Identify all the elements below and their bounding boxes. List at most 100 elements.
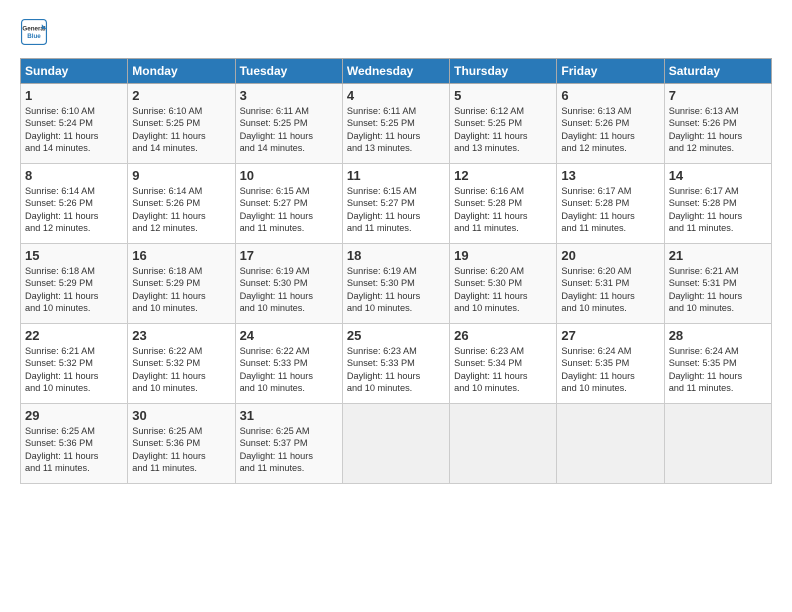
calendar-week-5: 29 Sunrise: 6:25 AMSunset: 5:36 PMDayligh… xyxy=(21,404,772,484)
day-number: 27 xyxy=(561,328,659,343)
logo: General Blue xyxy=(20,18,48,46)
calendar-cell xyxy=(450,404,557,484)
day-number: 6 xyxy=(561,88,659,103)
cell-info: Sunrise: 6:20 AMSunset: 5:30 PMDaylight:… xyxy=(454,265,552,315)
day-number: 13 xyxy=(561,168,659,183)
day-number: 4 xyxy=(347,88,445,103)
day-number: 10 xyxy=(240,168,338,183)
cell-info: Sunrise: 6:14 AMSunset: 5:26 PMDaylight:… xyxy=(25,185,123,235)
day-number: 21 xyxy=(669,248,767,263)
day-number: 15 xyxy=(25,248,123,263)
calendar-table: SundayMondayTuesdayWednesdayThursdayFrid… xyxy=(20,58,772,484)
cell-info: Sunrise: 6:11 AMSunset: 5:25 PMDaylight:… xyxy=(347,105,445,155)
calendar-cell: 6 Sunrise: 6:13 AMSunset: 5:26 PMDaylight… xyxy=(557,84,664,164)
weekday-header-tuesday: Tuesday xyxy=(235,59,342,84)
calendar-cell: 1 Sunrise: 6:10 AMSunset: 5:24 PMDaylight… xyxy=(21,84,128,164)
weekday-header-friday: Friday xyxy=(557,59,664,84)
calendar-week-3: 15 Sunrise: 6:18 AMSunset: 5:29 PMDayligh… xyxy=(21,244,772,324)
calendar-cell: 31 Sunrise: 6:25 AMSunset: 5:37 PMDayligh… xyxy=(235,404,342,484)
calendar-cell: 26 Sunrise: 6:23 AMSunset: 5:34 PMDayligh… xyxy=(450,324,557,404)
day-number: 16 xyxy=(132,248,230,263)
calendar-cell: 18 Sunrise: 6:19 AMSunset: 5:30 PMDayligh… xyxy=(342,244,449,324)
calendar-cell: 8 Sunrise: 6:14 AMSunset: 5:26 PMDaylight… xyxy=(21,164,128,244)
cell-info: Sunrise: 6:12 AMSunset: 5:25 PMDaylight:… xyxy=(454,105,552,155)
calendar-cell xyxy=(557,404,664,484)
calendar-cell: 7 Sunrise: 6:13 AMSunset: 5:26 PMDaylight… xyxy=(664,84,771,164)
calendar-cell: 12 Sunrise: 6:16 AMSunset: 5:28 PMDayligh… xyxy=(450,164,557,244)
calendar-cell: 29 Sunrise: 6:25 AMSunset: 5:36 PMDayligh… xyxy=(21,404,128,484)
day-number: 17 xyxy=(240,248,338,263)
cell-info: Sunrise: 6:23 AMSunset: 5:33 PMDaylight:… xyxy=(347,345,445,395)
calendar-cell: 23 Sunrise: 6:22 AMSunset: 5:32 PMDayligh… xyxy=(128,324,235,404)
day-number: 28 xyxy=(669,328,767,343)
calendar-cell: 28 Sunrise: 6:24 AMSunset: 5:35 PMDayligh… xyxy=(664,324,771,404)
calendar-cell: 3 Sunrise: 6:11 AMSunset: 5:25 PMDaylight… xyxy=(235,84,342,164)
cell-info: Sunrise: 6:24 AMSunset: 5:35 PMDaylight:… xyxy=(669,345,767,395)
weekday-header-thursday: Thursday xyxy=(450,59,557,84)
day-number: 8 xyxy=(25,168,123,183)
header: General Blue xyxy=(20,18,772,46)
page: General Blue SundayMondayTuesdayWednesda… xyxy=(0,0,792,494)
day-number: 23 xyxy=(132,328,230,343)
cell-info: Sunrise: 6:19 AMSunset: 5:30 PMDaylight:… xyxy=(240,265,338,315)
cell-info: Sunrise: 6:25 AMSunset: 5:36 PMDaylight:… xyxy=(132,425,230,475)
cell-info: Sunrise: 6:19 AMSunset: 5:30 PMDaylight:… xyxy=(347,265,445,315)
day-number: 18 xyxy=(347,248,445,263)
cell-info: Sunrise: 6:13 AMSunset: 5:26 PMDaylight:… xyxy=(669,105,767,155)
day-number: 1 xyxy=(25,88,123,103)
day-number: 19 xyxy=(454,248,552,263)
cell-info: Sunrise: 6:22 AMSunset: 5:32 PMDaylight:… xyxy=(132,345,230,395)
day-number: 12 xyxy=(454,168,552,183)
cell-info: Sunrise: 6:18 AMSunset: 5:29 PMDaylight:… xyxy=(25,265,123,315)
cell-info: Sunrise: 6:23 AMSunset: 5:34 PMDaylight:… xyxy=(454,345,552,395)
calendar-cell: 24Sunrise: 6:22 AMSunset: 5:33 PMDayligh… xyxy=(235,324,342,404)
calendar-body: 1 Sunrise: 6:10 AMSunset: 5:24 PMDaylight… xyxy=(21,84,772,484)
day-number: 7 xyxy=(669,88,767,103)
calendar-cell: 14 Sunrise: 6:17 AMSunset: 5:28 PMDayligh… xyxy=(664,164,771,244)
day-number: 25 xyxy=(347,328,445,343)
weekday-header-saturday: Saturday xyxy=(664,59,771,84)
day-number: 3 xyxy=(240,88,338,103)
calendar-cell: 30 Sunrise: 6:25 AMSunset: 5:36 PMDayligh… xyxy=(128,404,235,484)
cell-info: Sunrise: 6:16 AMSunset: 5:28 PMDaylight:… xyxy=(454,185,552,235)
day-number: 26 xyxy=(454,328,552,343)
cell-info: Sunrise: 6:11 AMSunset: 5:25 PMDaylight:… xyxy=(240,105,338,155)
calendar-cell: 11Sunrise: 6:15 AMSunset: 5:27 PMDayligh… xyxy=(342,164,449,244)
cell-info: Sunrise: 6:10 AMSunset: 5:24 PMDaylight:… xyxy=(25,105,123,155)
calendar-cell: 15 Sunrise: 6:18 AMSunset: 5:29 PMDayligh… xyxy=(21,244,128,324)
cell-info: Sunrise: 6:17 AMSunset: 5:28 PMDaylight:… xyxy=(669,185,767,235)
cell-info: Sunrise: 6:13 AMSunset: 5:26 PMDaylight:… xyxy=(561,105,659,155)
weekday-header-wednesday: Wednesday xyxy=(342,59,449,84)
day-number: 2 xyxy=(132,88,230,103)
calendar-cell: 2Sunrise: 6:10 AMSunset: 5:25 PMDaylight… xyxy=(128,84,235,164)
day-number: 29 xyxy=(25,408,123,423)
day-number: 9 xyxy=(132,168,230,183)
cell-info: Sunrise: 6:25 AMSunset: 5:37 PMDaylight:… xyxy=(240,425,338,475)
calendar-cell: 16Sunrise: 6:18 AMSunset: 5:29 PMDayligh… xyxy=(128,244,235,324)
calendar-cell: 25 Sunrise: 6:23 AMSunset: 5:33 PMDayligh… xyxy=(342,324,449,404)
svg-text:Blue: Blue xyxy=(27,33,41,40)
cell-info: Sunrise: 6:24 AMSunset: 5:35 PMDaylight:… xyxy=(561,345,659,395)
calendar-cell: 13 Sunrise: 6:17 AMSunset: 5:28 PMDayligh… xyxy=(557,164,664,244)
calendar-cell: 21Sunrise: 6:21 AMSunset: 5:31 PMDayligh… xyxy=(664,244,771,324)
calendar-header-row: SundayMondayTuesdayWednesdayThursdayFrid… xyxy=(21,59,772,84)
cell-info: Sunrise: 6:21 AMSunset: 5:32 PMDaylight:… xyxy=(25,345,123,395)
day-number: 20 xyxy=(561,248,659,263)
calendar-cell xyxy=(664,404,771,484)
calendar-cell: 19 Sunrise: 6:20 AMSunset: 5:30 PMDayligh… xyxy=(450,244,557,324)
cell-info: Sunrise: 6:20 AMSunset: 5:31 PMDaylight:… xyxy=(561,265,659,315)
cell-info: Sunrise: 6:14 AMSunset: 5:26 PMDaylight:… xyxy=(132,185,230,235)
calendar-cell: 9 Sunrise: 6:14 AMSunset: 5:26 PMDaylight… xyxy=(128,164,235,244)
cell-info: Sunrise: 6:25 AMSunset: 5:36 PMDaylight:… xyxy=(25,425,123,475)
day-number: 31 xyxy=(240,408,338,423)
weekday-header-monday: Monday xyxy=(128,59,235,84)
day-number: 14 xyxy=(669,168,767,183)
calendar-cell: 22Sunrise: 6:21 AMSunset: 5:32 PMDayligh… xyxy=(21,324,128,404)
calendar-cell xyxy=(342,404,449,484)
cell-info: Sunrise: 6:15 AMSunset: 5:27 PMDaylight:… xyxy=(240,185,338,235)
calendar-cell: 4 Sunrise: 6:11 AMSunset: 5:25 PMDaylight… xyxy=(342,84,449,164)
cell-info: Sunrise: 6:17 AMSunset: 5:28 PMDaylight:… xyxy=(561,185,659,235)
day-number: 30 xyxy=(132,408,230,423)
weekday-header-sunday: Sunday xyxy=(21,59,128,84)
calendar-week-4: 22Sunrise: 6:21 AMSunset: 5:32 PMDayligh… xyxy=(21,324,772,404)
